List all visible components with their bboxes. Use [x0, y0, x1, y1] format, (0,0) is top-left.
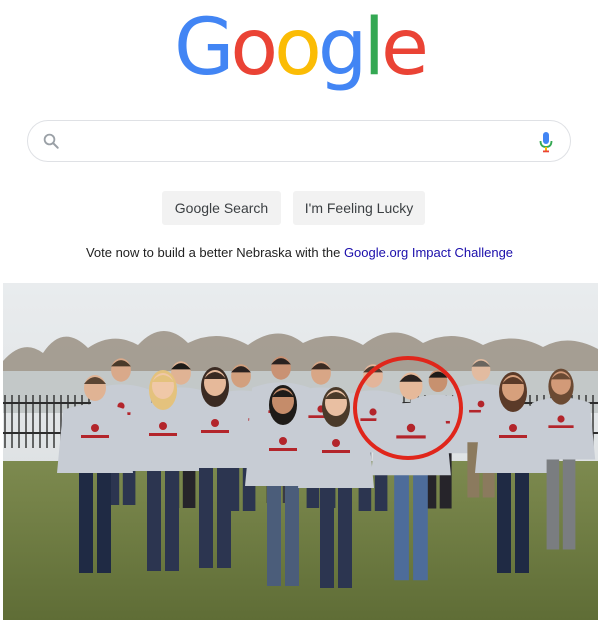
logo-letter: G: [173, 3, 234, 93]
search-box[interactable]: [27, 120, 571, 162]
google-search-button[interactable]: Google Search: [162, 191, 281, 225]
logo-letter: l: [363, 3, 385, 93]
group-photo: [3, 283, 598, 620]
promo-message: Vote now to build a better Nebraska with…: [0, 245, 599, 260]
google-logo[interactable]: Google: [0, 2, 599, 94]
promo-text: Vote now to build a better Nebraska with…: [85, 245, 344, 260]
logo-letter: o: [274, 3, 322, 93]
logo-letter: o: [230, 3, 278, 93]
promo-link[interactable]: Google.org Impact Challenge: [344, 245, 513, 260]
mic-icon[interactable]: [538, 131, 554, 153]
search-input[interactable]: [72, 129, 526, 155]
search-icon: [43, 133, 59, 149]
logo-letter: g: [317, 3, 367, 93]
feeling-lucky-button[interactable]: I'm Feeling Lucky: [293, 191, 425, 225]
logo-letter: e: [381, 3, 429, 93]
